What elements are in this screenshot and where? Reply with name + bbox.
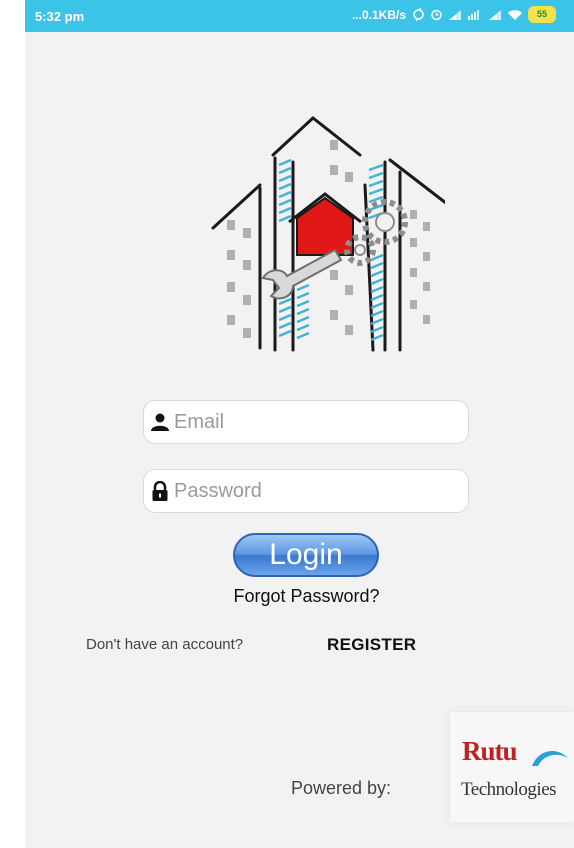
company-logo: Rutu Technologies xyxy=(450,712,574,822)
email-input[interactable] xyxy=(174,410,444,434)
alarm-icon xyxy=(431,9,442,21)
login-screen: 5:32 pm ...0.1KB/s 55 Email Login Forgot… xyxy=(25,0,574,848)
sync-icon xyxy=(413,8,424,21)
status-indicators: ...0.1KB/s 55 xyxy=(352,6,556,23)
login-button[interactable]: Login xyxy=(233,533,379,577)
battery-icon: 55 xyxy=(528,6,556,23)
status-bar: 5:32 pm ...0.1KB/s 55 xyxy=(25,0,574,32)
no-account-text: Don't have an account? xyxy=(86,636,244,653)
company-subtitle: Technologies xyxy=(461,779,557,800)
volte-signal-icon xyxy=(468,9,479,20)
status-icons: 55 xyxy=(412,6,556,23)
forgot-password-link[interactable]: Forgot Password? xyxy=(25,586,574,607)
status-time: 5:32 pm xyxy=(35,9,85,24)
app-logo xyxy=(211,116,445,352)
wifi-icon xyxy=(508,9,522,20)
person-icon xyxy=(151,413,169,431)
email-field-container[interactable] xyxy=(143,400,469,444)
swoosh-icon xyxy=(532,751,568,766)
powered-by-label: Powered by: xyxy=(291,778,392,798)
signal-icon xyxy=(449,9,461,20)
company-name: Rutu xyxy=(462,736,518,766)
password-input[interactable] xyxy=(174,479,444,503)
network-speed: ...0.1KB/s xyxy=(351,7,406,22)
register-link[interactable]: REGISTER xyxy=(327,635,416,655)
signal-icon-2 xyxy=(489,9,501,20)
lock-icon xyxy=(152,481,168,501)
password-field-container[interactable] xyxy=(143,469,469,513)
